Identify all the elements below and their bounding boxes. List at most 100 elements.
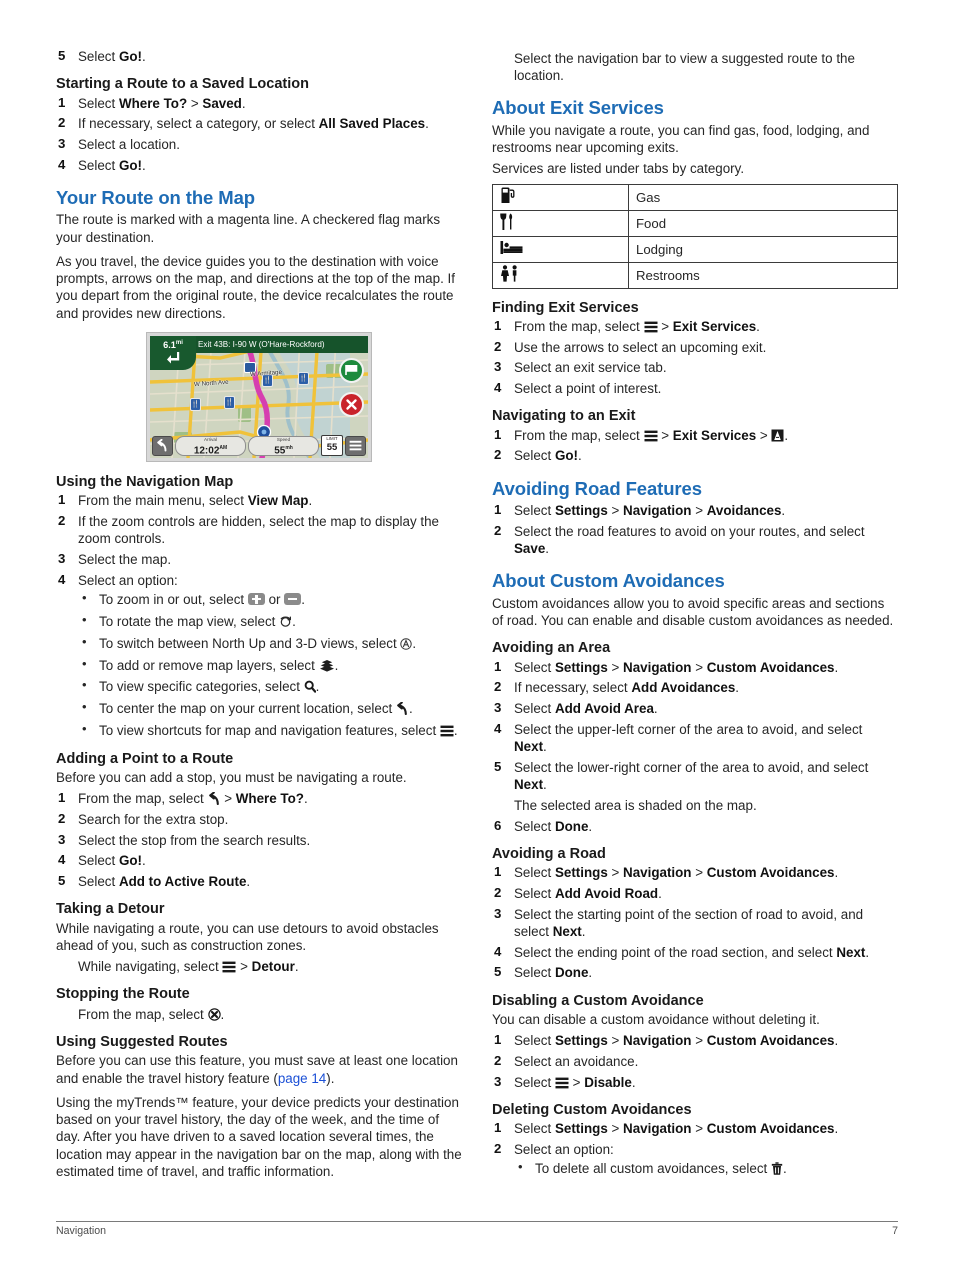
next-turn-indicator[interactable]: 6.1mi bbox=[150, 335, 196, 370]
steps-deleting-custom-avoidances: Select Settings > Navigation > Custom Av… bbox=[492, 1120, 898, 1177]
ui-label: Go! bbox=[118, 49, 142, 64]
list-item: Select Go!. bbox=[494, 447, 582, 464]
arrival-time-field[interactable]: Arrival 12:02AM bbox=[175, 435, 246, 456]
ui-label: Custom Avoidances bbox=[706, 659, 835, 675]
ui-label: Detour bbox=[251, 959, 295, 975]
bed-lodging-icon bbox=[500, 240, 622, 258]
gas-pump-icon-cell bbox=[492, 183, 629, 211]
service-label: Lodging bbox=[628, 235, 898, 263]
stop-x-icon[interactable] bbox=[207, 1008, 221, 1021]
stop-x-icon bbox=[346, 399, 357, 410]
table-row: Gas bbox=[492, 183, 898, 211]
ui-label: Custom Avoidances bbox=[706, 1033, 835, 1049]
ui-label: Saved bbox=[202, 95, 242, 111]
list-item: Select a point of interest. bbox=[494, 380, 662, 397]
list-item: To switch between North Up and 3-D views… bbox=[78, 634, 462, 652]
turn-left-arrow-icon bbox=[150, 351, 196, 366]
ui-label: Done bbox=[554, 965, 589, 981]
fork-knife-icon bbox=[500, 213, 622, 233]
trash-can-icon[interactable] bbox=[771, 1162, 783, 1175]
list-item: To zoom in or out, select or . bbox=[78, 590, 462, 608]
list-item: Select Settings > Navigation > Custom Av… bbox=[494, 864, 839, 881]
ui-label: Disable bbox=[584, 1074, 632, 1090]
hamburger-menu-icon[interactable] bbox=[555, 1077, 569, 1089]
poi-marker: 🍴 bbox=[224, 395, 235, 409]
list-item: Select the map. bbox=[58, 551, 172, 568]
ui-label: Next bbox=[514, 776, 544, 792]
paragraph: Before you can use this feature, you mus… bbox=[56, 1053, 458, 1086]
hamburger-menu-icon[interactable] bbox=[222, 961, 236, 973]
ui-label: Settings bbox=[554, 659, 608, 675]
map-layers-icon[interactable] bbox=[319, 659, 335, 672]
list-item: From the map, select > Exit Services. bbox=[494, 318, 760, 335]
steps-avoiding-road: Select Settings > Navigation > Custom Av… bbox=[492, 864, 898, 981]
ui-label: Next bbox=[552, 924, 582, 940]
continued-note: Select the navigation bar to view a sugg… bbox=[514, 51, 855, 84]
poi-marker: 🍴 bbox=[190, 397, 201, 411]
search-magnifier-icon[interactable] bbox=[304, 680, 316, 694]
ui-label: Add to Active Route bbox=[118, 874, 247, 890]
go-flag-button[interactable] bbox=[339, 357, 364, 383]
ui-label: Navigation bbox=[623, 659, 692, 675]
list-item: Select > Disable. bbox=[494, 1074, 636, 1091]
list-item: If necessary, select Add Avoidances. bbox=[494, 679, 739, 696]
ui-label: View Map bbox=[247, 493, 309, 509]
list-item: To view shortcuts for map and navigation… bbox=[78, 721, 462, 739]
rotate-map-icon[interactable] bbox=[279, 615, 292, 628]
service-label: Food bbox=[628, 209, 898, 237]
hamburger-menu-icon[interactable] bbox=[440, 725, 454, 737]
zoom-out-minus-icon[interactable] bbox=[284, 592, 302, 605]
list-item: Select Add Avoid Area. bbox=[494, 700, 658, 717]
ui-label: Add Avoid Road bbox=[554, 886, 659, 902]
list-item: Select the stop from the search results. bbox=[58, 832, 311, 849]
ui-label: Next bbox=[514, 738, 544, 754]
list-item: Select Settings > Navigation > Custom Av… bbox=[494, 1032, 839, 1049]
speed-field[interactable]: Speed 55mh bbox=[248, 435, 319, 456]
heading-navigating-to-exit: Navigating to an Exit bbox=[492, 408, 636, 425]
ui-label: Settings bbox=[554, 503, 608, 519]
list-item: From the main menu, select View Map. bbox=[58, 492, 313, 509]
ui-label: Settings bbox=[554, 1121, 608, 1137]
ui-label: Navigation bbox=[623, 1121, 692, 1137]
heading-about-custom-avoidances: About Custom Avoidances bbox=[492, 570, 725, 592]
list-item: Select Add Avoid Road. bbox=[494, 885, 662, 902]
back-arrow-icon[interactable] bbox=[396, 702, 409, 716]
bed-lodging-icon-cell bbox=[492, 235, 629, 263]
heading-avoiding-road-features: Avoiding Road Features bbox=[492, 477, 702, 499]
restrooms-icon bbox=[500, 265, 622, 285]
back-arrow-icon[interactable] bbox=[208, 792, 221, 806]
page-footer: Navigation 7 bbox=[56, 1221, 898, 1237]
ui-label: Where To? bbox=[235, 791, 304, 807]
list-item: Select Settings > Navigation > Custom Av… bbox=[494, 659, 839, 676]
menu-button[interactable] bbox=[345, 435, 366, 456]
poi-marker: 🍴 bbox=[298, 371, 309, 385]
hamburger-menu-icon bbox=[349, 441, 362, 451]
steps-adding-point: From the map, select > Where To?. Search… bbox=[56, 790, 462, 890]
hamburger-menu-icon[interactable] bbox=[644, 321, 658, 333]
steps-using-navigation-map: From the main menu, select View Map. If … bbox=[56, 492, 462, 740]
ui-label: Add Avoidances bbox=[631, 680, 736, 696]
heading-about-exit-services: About Exit Services bbox=[492, 97, 664, 119]
service-label: Gas bbox=[628, 183, 898, 211]
page-cross-reference-link[interactable]: page 14 bbox=[278, 1071, 326, 1086]
list-item: Select an exit service tab. bbox=[494, 359, 667, 376]
back-arrow-button[interactable] bbox=[152, 435, 173, 456]
hamburger-menu-icon[interactable] bbox=[644, 430, 658, 442]
heading-stopping-route: Stopping the Route bbox=[56, 986, 190, 1003]
north-up-3d-view-icon[interactable] bbox=[400, 637, 413, 650]
stop-route-button[interactable] bbox=[339, 391, 364, 417]
speed-limit-sign: LIMIT 55 bbox=[321, 435, 343, 457]
ui-label: Go! bbox=[118, 157, 142, 173]
heading-starting-route-saved-location: Starting a Route to a Saved Location bbox=[56, 76, 309, 93]
zoom-in-plus-icon[interactable] bbox=[247, 592, 265, 605]
ui-label: Exit Services bbox=[672, 427, 757, 443]
footer-section-name: Navigation bbox=[56, 1225, 107, 1237]
ui-label: Add Avoid Area bbox=[554, 700, 654, 716]
steps-avoiding-area: Select Settings > Navigation > Custom Av… bbox=[492, 659, 898, 835]
distance-unit: mi bbox=[175, 339, 183, 346]
navigate-route-icon[interactable] bbox=[771, 429, 784, 442]
list-item: Select Settings > Navigation > Avoidance… bbox=[494, 502, 786, 519]
service-label: Restrooms bbox=[628, 261, 898, 289]
back-arrow-icon bbox=[157, 439, 167, 452]
list-item: Select a location. bbox=[58, 136, 180, 153]
